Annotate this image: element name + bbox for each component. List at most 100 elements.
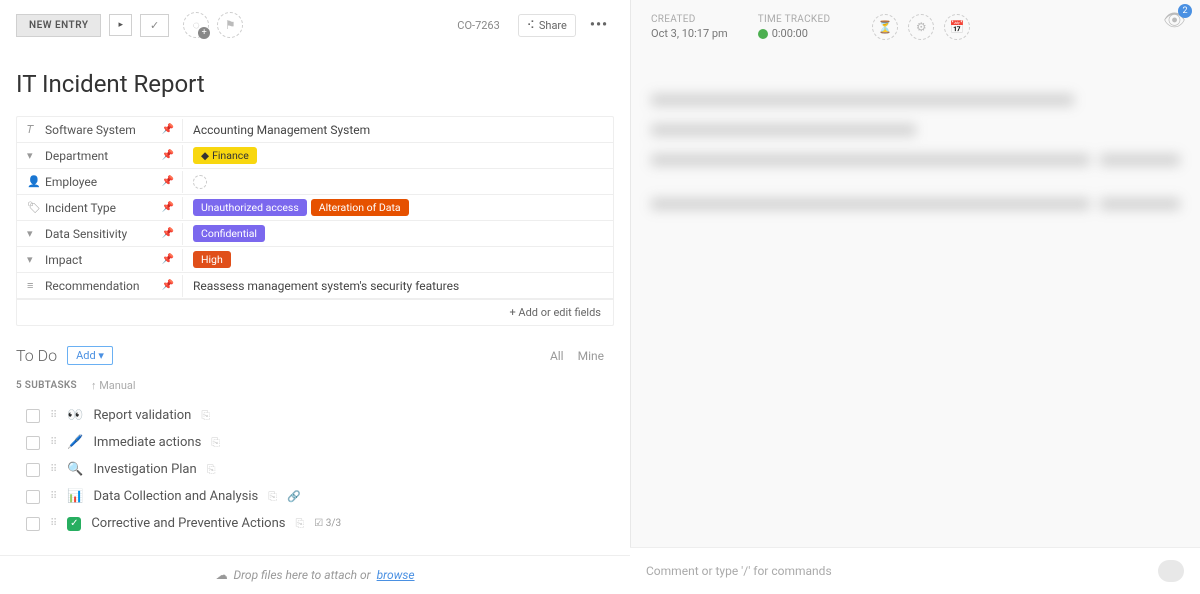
pin-icon: 📌 — [162, 228, 174, 239]
task-emoji: 🔍 — [67, 462, 83, 477]
status-checkbox[interactable] — [26, 490, 40, 504]
hierarchy-icon: ⠿ — [50, 518, 57, 529]
created-value: Oct 3, 10:17 pm — [651, 27, 728, 40]
tag-icon: 🏷 — [27, 201, 39, 214]
dropdown-icon: ▾ — [27, 253, 39, 266]
comment-input[interactable]: Comment or type '/' for commands — [646, 564, 832, 578]
status-checkbox[interactable] — [26, 463, 40, 477]
dropdown-icon: ▾ — [27, 227, 39, 240]
plus-icon: + — [198, 27, 210, 39]
time-tracked-label: TIME TRACKED — [758, 14, 831, 25]
share-icon: ⠪ — [527, 19, 535, 32]
field-label-employee: 👤 Employee 📌 — [17, 171, 183, 193]
subtask-title: Investigation Plan — [94, 462, 197, 477]
field-value-incident-type[interactable]: Unauthorized access Alteration of Data — [183, 195, 613, 220]
task-emoji: 👀 — [67, 408, 83, 423]
subtask-progress: ☑ 3/3 — [314, 518, 341, 529]
dropdown-icon: ▾ — [27, 149, 39, 162]
notification-button[interactable]: 👁 2 — [1163, 10, 1186, 31]
task-id: CO-7263 — [457, 19, 500, 32]
pin-icon: 📌 — [162, 202, 174, 213]
status-checkbox[interactable] — [26, 436, 40, 450]
attach-icon: ⎘ — [201, 409, 210, 423]
flag-icon: ⚑ — [225, 18, 236, 32]
empty-user-icon — [193, 175, 207, 189]
hierarchy-icon: ⠿ — [50, 491, 57, 502]
link-icon: 🔗 — [287, 490, 301, 503]
filter-mine[interactable]: Mine — [578, 349, 604, 363]
field-value-impact[interactable]: High — [183, 247, 613, 272]
hierarchy-icon: ⠿ — [50, 464, 57, 475]
time-tracked-value[interactable]: 0:00:00 — [758, 27, 831, 40]
complete-checkbox-button[interactable]: ✓ — [140, 14, 169, 37]
sprint-button[interactable]: ⚙ — [908, 14, 934, 40]
text-icon: ≡ — [27, 279, 39, 292]
subtasks-count: 5 SUBTASKS — [16, 380, 77, 391]
field-label-incident-type: 🏷 Incident Type 📌 — [17, 197, 183, 219]
attach-icon: ⎘ — [295, 517, 304, 531]
subtask-row[interactable]: ⠿ ✓ Corrective and Preventive Actions ⎘ … — [16, 510, 614, 537]
field-value-department[interactable]: ◆Finance — [183, 143, 613, 168]
subtask-title: Corrective and Preventive Actions — [91, 516, 285, 531]
eye-icon: 👁 2 — [1163, 10, 1186, 31]
status-checkbox[interactable] — [26, 517, 40, 531]
done-check-icon: ✓ — [67, 517, 81, 531]
todo-heading: To Do — [16, 346, 57, 365]
field-label-software-system: 𝑇 Software System 📌 — [17, 119, 183, 141]
pin-icon: 📌 — [162, 150, 174, 161]
custom-fields-table: 𝑇 Software System 📌 Accounting Managemen… — [16, 116, 614, 326]
field-value-employee[interactable] — [183, 171, 613, 193]
share-label: Share — [539, 19, 567, 32]
add-subtask-button[interactable]: Add ▾ — [67, 346, 113, 365]
subtask-title: Report validation — [94, 408, 192, 423]
field-value-recommendation[interactable]: Reassess management system's security fe… — [183, 275, 613, 297]
new-entry-dropdown[interactable]: ▸ — [109, 14, 132, 36]
subtask-title: Immediate actions — [94, 435, 202, 450]
assignee-add-button[interactable]: ◌ + — [183, 12, 209, 38]
field-label-department: ▾ Department 📌 — [17, 145, 183, 167]
attach-icon: ⎘ — [268, 490, 277, 504]
hierarchy-icon: ⠿ — [50, 437, 57, 448]
add-edit-fields-link[interactable]: + Add or edit fields — [17, 299, 613, 325]
send-comment-button[interactable] — [1158, 560, 1184, 582]
new-entry-button[interactable]: NEW ENTRY — [16, 14, 101, 37]
attach-icon: ⎘ — [211, 436, 220, 450]
browse-link[interactable]: browse — [377, 568, 415, 582]
subtask-list: ⠿ 👀 Report validation ⎘ ⠿ 🖊️ Immediate a… — [0, 402, 630, 537]
notification-count: 2 — [1178, 4, 1192, 18]
task-emoji: 🖊️ — [67, 435, 83, 450]
filter-all[interactable]: All — [550, 349, 564, 363]
field-value-software-system[interactable]: Accounting Management System — [183, 119, 613, 141]
page-title: IT Incident Report — [0, 50, 630, 116]
attachment-dropzone[interactable]: ☁ Drop files here to attach or browse — [0, 555, 630, 594]
subtask-row[interactable]: ⠿ 🖊️ Immediate actions ⎘ — [16, 429, 614, 456]
field-value-data-sensitivity[interactable]: Confidential — [183, 221, 613, 246]
subtask-row[interactable]: ⠿ 👀 Report validation ⎘ — [16, 402, 614, 429]
field-label-recommendation: ≡ Recommendation 📌 — [17, 275, 183, 297]
dropzone-text: Drop files here to attach or — [233, 568, 370, 582]
task-emoji: 📊 — [67, 489, 83, 504]
activity-feed-blurred — [631, 54, 1200, 282]
subtask-title: Data Collection and Analysis — [94, 489, 259, 504]
estimate-button[interactable]: ⏳ — [872, 14, 898, 40]
dates-button[interactable]: 📅 — [944, 14, 970, 40]
pin-icon: 📌 — [162, 280, 174, 291]
share-button[interactable]: ⠪ Share — [518, 14, 576, 37]
pin-icon: 📌 — [162, 176, 174, 187]
sort-mode[interactable]: ↑ Manual — [91, 379, 136, 392]
text-icon: 𝑇 — [27, 123, 39, 137]
pin-icon: 📌 — [162, 124, 174, 135]
cloud-icon: ☁ — [215, 568, 227, 582]
more-menu-button[interactable]: ••• — [584, 17, 614, 33]
diamond-icon: ◆ — [201, 149, 209, 162]
subtask-row[interactable]: ⠿ 📊 Data Collection and Analysis ⎘ 🔗 — [16, 483, 614, 510]
status-checkbox[interactable] — [26, 409, 40, 423]
subtask-row[interactable]: ⠿ 🔍 Investigation Plan ⎘ — [16, 456, 614, 483]
hierarchy-icon: ⠿ — [50, 410, 57, 421]
play-icon — [758, 29, 768, 39]
pin-icon: 📌 — [162, 254, 174, 265]
priority-button[interactable]: ⚑ — [217, 12, 243, 38]
attach-icon: ⎘ — [207, 463, 216, 477]
user-icon: 👤 — [27, 175, 39, 188]
created-label: CREATED — [651, 14, 728, 25]
